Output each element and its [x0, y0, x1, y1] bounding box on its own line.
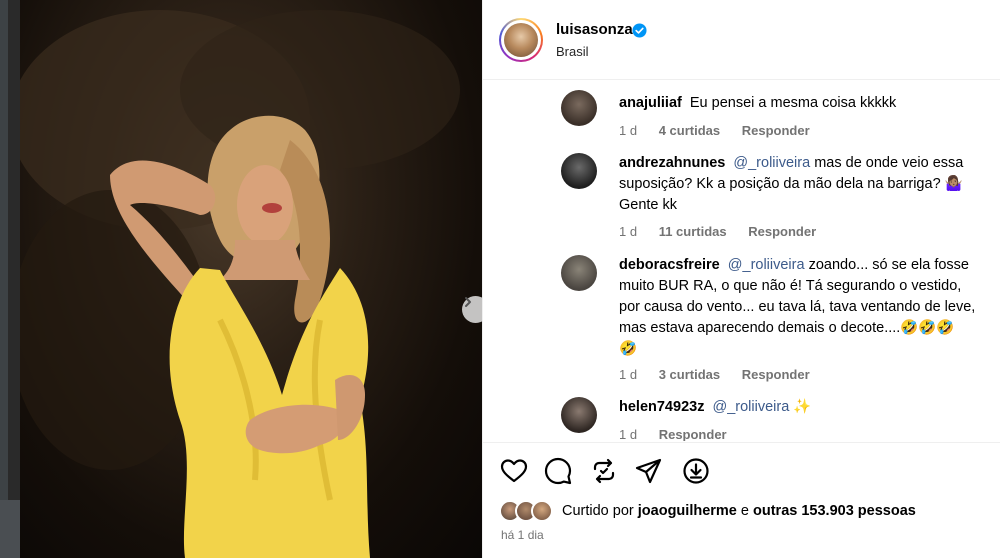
comment-avatar[interactable] — [561, 397, 597, 433]
next-photo-button[interactable] — [462, 296, 482, 323]
comment-avatar[interactable] — [561, 153, 597, 189]
verified-badge-icon — [632, 23, 647, 38]
post-photo[interactable] — [20, 0, 482, 558]
comment-meta: 1 d 4 curtidas Responder — [619, 123, 828, 138]
comment-meta: 1 d 11 curtidas Responder — [619, 224, 834, 239]
comment-text-line: muito BUR RA, o que não é! Tá segurando … — [619, 278, 962, 294]
comment-text-line: zoando... só se ela fosse — [808, 257, 969, 273]
comment-username[interactable]: helen74923z — [619, 399, 704, 415]
comment-body: deboracsfreire @_roliiveira zoando... só… — [619, 255, 989, 360]
comment-avatar[interactable] — [561, 255, 597, 291]
likes-conjunction: e — [740, 503, 749, 519]
likes-summary: Curtido por joaoguilherme e outras 153.9… — [483, 500, 1000, 524]
background-window-edge — [0, 0, 20, 558]
comment-text-line: mas de onde veio essa — [814, 155, 964, 171]
comment-body: anajuliiaf Eu pensei a mesma coisa kkkkk — [619, 93, 989, 114]
likes-others-count[interactable]: outras 153.903 pessoas — [753, 503, 916, 519]
reply-button[interactable]: Responder — [742, 367, 810, 382]
comment-username[interactable]: deboracsfreire — [619, 257, 720, 273]
post-side-panel: luisasonza Brasil anajuliiaf Eu pensei a… — [482, 0, 1000, 558]
post-location[interactable]: Brasil — [556, 44, 589, 59]
comment-icon[interactable] — [544, 457, 572, 485]
comment-text: ✨ — [793, 399, 812, 415]
comment-time[interactable]: 1 d — [619, 123, 637, 138]
comment-likes[interactable]: 4 curtidas — [659, 123, 720, 138]
photo-illustration — [20, 10, 460, 558]
comment-body: helen74923z @_roliiveira ✨ — [619, 397, 989, 418]
reply-button[interactable]: Responder — [659, 427, 727, 441]
send-icon[interactable] — [635, 457, 663, 485]
chevron-right-icon — [465, 297, 471, 307]
comment-meta: 1 d Responder — [619, 427, 745, 441]
comment-text-line: suposição? Kk a posição da mão dela na b… — [619, 176, 963, 192]
reply-button[interactable]: Responder — [748, 224, 816, 239]
likes-text: Curtido por joaoguilherme e outras 153.9… — [562, 503, 916, 519]
post-date[interactable]: há 1 dia — [501, 528, 544, 542]
comment-username[interactable]: anajuliiaf — [619, 95, 682, 111]
repost-icon[interactable] — [590, 457, 618, 485]
reply-button[interactable]: Responder — [742, 123, 810, 138]
comment-likes[interactable]: 11 curtidas — [659, 224, 727, 239]
author-avatar[interactable] — [499, 18, 543, 62]
comment-meta: 1 d 3 curtidas Responder — [619, 367, 828, 382]
comment-body: andrezahnunes @_roliiveira mas de onde v… — [619, 153, 989, 216]
comment-time[interactable]: 1 d — [619, 224, 637, 239]
background-stripe-lower — [0, 500, 20, 558]
comment-mention[interactable]: @_roliiveira — [733, 155, 810, 171]
heart-icon[interactable] — [500, 457, 528, 485]
likes-prefix: Curtido por — [562, 503, 634, 519]
comment-text-line: 🤣 — [619, 341, 638, 357]
comment-text-line: mas estava aparecendo demais o decote...… — [619, 320, 955, 336]
post-actions-bar — [483, 442, 1000, 492]
comment-time[interactable]: 1 d — [619, 367, 637, 382]
comment-likes[interactable]: 3 curtidas — [659, 367, 720, 382]
background-stripe — [0, 0, 8, 558]
comment-mention[interactable]: @_roliiveira — [712, 399, 789, 415]
download-icon[interactable] — [682, 457, 710, 485]
comments-list[interactable]: anajuliiaf Eu pensei a mesma coisa kkkkk… — [483, 81, 1000, 441]
post-header: luisasonza Brasil — [483, 0, 1000, 80]
liker-username[interactable]: joaoguilherme — [638, 503, 737, 519]
comment-username[interactable]: andrezahnunes — [619, 155, 725, 171]
author-username[interactable]: luisasonza — [556, 21, 633, 38]
comment-avatar[interactable] — [561, 90, 597, 126]
comment-text-line: por causa do vento... eu tava lá, tava v… — [619, 299, 976, 315]
comment-text: Eu pensei a mesma coisa kkkkk — [689, 95, 897, 111]
comment-text-line: Gente kk — [619, 197, 678, 213]
liker-avatar — [531, 500, 553, 522]
likers-avatars[interactable] — [499, 500, 559, 524]
comment-mention[interactable]: @_roliiveira — [728, 257, 805, 273]
comment-time[interactable]: 1 d — [619, 427, 637, 441]
